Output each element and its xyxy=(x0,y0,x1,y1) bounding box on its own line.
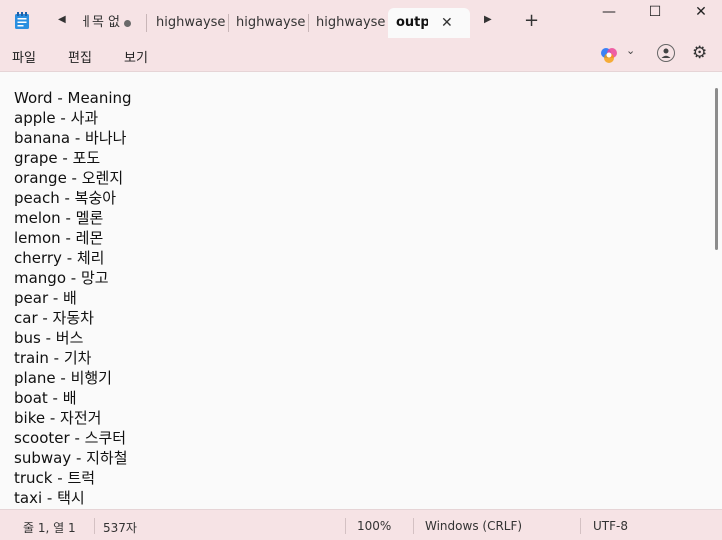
status-divider xyxy=(413,518,414,534)
status-divider xyxy=(94,518,95,534)
status-divider xyxy=(580,518,581,534)
copilot-icon[interactable] xyxy=(600,46,618,64)
document-text[interactable]: Word - Meaning apple - 사과 banana - 바나나 g… xyxy=(14,88,132,508)
minimize-icon[interactable]: — xyxy=(586,0,632,26)
encoding[interactable]: UTF-8 xyxy=(593,519,628,533)
window-close-icon[interactable]: ✕ xyxy=(678,0,722,26)
tab-highwayseou-1[interactable]: highwayseou xyxy=(148,8,226,38)
triangle-right-icon[interactable]: ▶ xyxy=(484,14,492,25)
tab-label: ㅔ목 없 xyxy=(80,15,121,30)
close-icon[interactable]: ✕ xyxy=(441,8,453,38)
tab-untitled[interactable]: ㅔ목 없 xyxy=(76,8,144,38)
modified-dot-icon xyxy=(124,20,131,27)
tab-divider xyxy=(146,14,147,32)
text-editor[interactable]: Word - Meaning apple - 사과 banana - 바나나 g… xyxy=(0,72,722,508)
chevron-down-icon[interactable]: ⌄ xyxy=(626,44,635,57)
title-bar: ◀ ㅔ목 없 highwayseou highwayseou highwayse… xyxy=(0,0,722,40)
gear-icon[interactable]: ⚙ xyxy=(692,43,707,63)
tab-label: highwayseou xyxy=(156,15,226,30)
account-icon[interactable] xyxy=(657,44,675,62)
tab-label: output xyxy=(396,15,428,30)
vertical-scrollbar[interactable] xyxy=(715,88,718,250)
tab-output[interactable]: output ✕ xyxy=(388,8,470,38)
zoom-level[interactable]: 100% xyxy=(357,519,391,533)
tab-label: highwayseou xyxy=(316,15,386,30)
plus-icon[interactable]: + xyxy=(524,10,539,31)
notepad-icon xyxy=(15,12,29,29)
tab-divider xyxy=(228,14,229,32)
status-divider xyxy=(345,518,346,534)
maximize-icon[interactable]: ☐ xyxy=(632,0,678,26)
status-bar: 줄 1, 열 1 537자 100% Windows (CRLF) UTF-8 xyxy=(0,509,722,540)
tab-label: highwayseou xyxy=(236,15,306,30)
line-ending[interactable]: Windows (CRLF) xyxy=(425,519,522,533)
menu-edit[interactable]: 편집 xyxy=(68,47,92,66)
menu-file[interactable]: 파일 xyxy=(12,47,36,66)
tab-highwayseou-2[interactable]: highwayseou xyxy=(230,8,306,38)
cursor-position[interactable]: 줄 1, 열 1 xyxy=(23,519,76,536)
triangle-left-icon[interactable]: ◀ xyxy=(58,14,66,25)
menu-view[interactable]: 보기 xyxy=(124,47,148,66)
tab-highwayseou-3[interactable]: highwayseou xyxy=(310,8,386,38)
tab-divider xyxy=(308,14,309,32)
character-count: 537자 xyxy=(103,521,137,535)
